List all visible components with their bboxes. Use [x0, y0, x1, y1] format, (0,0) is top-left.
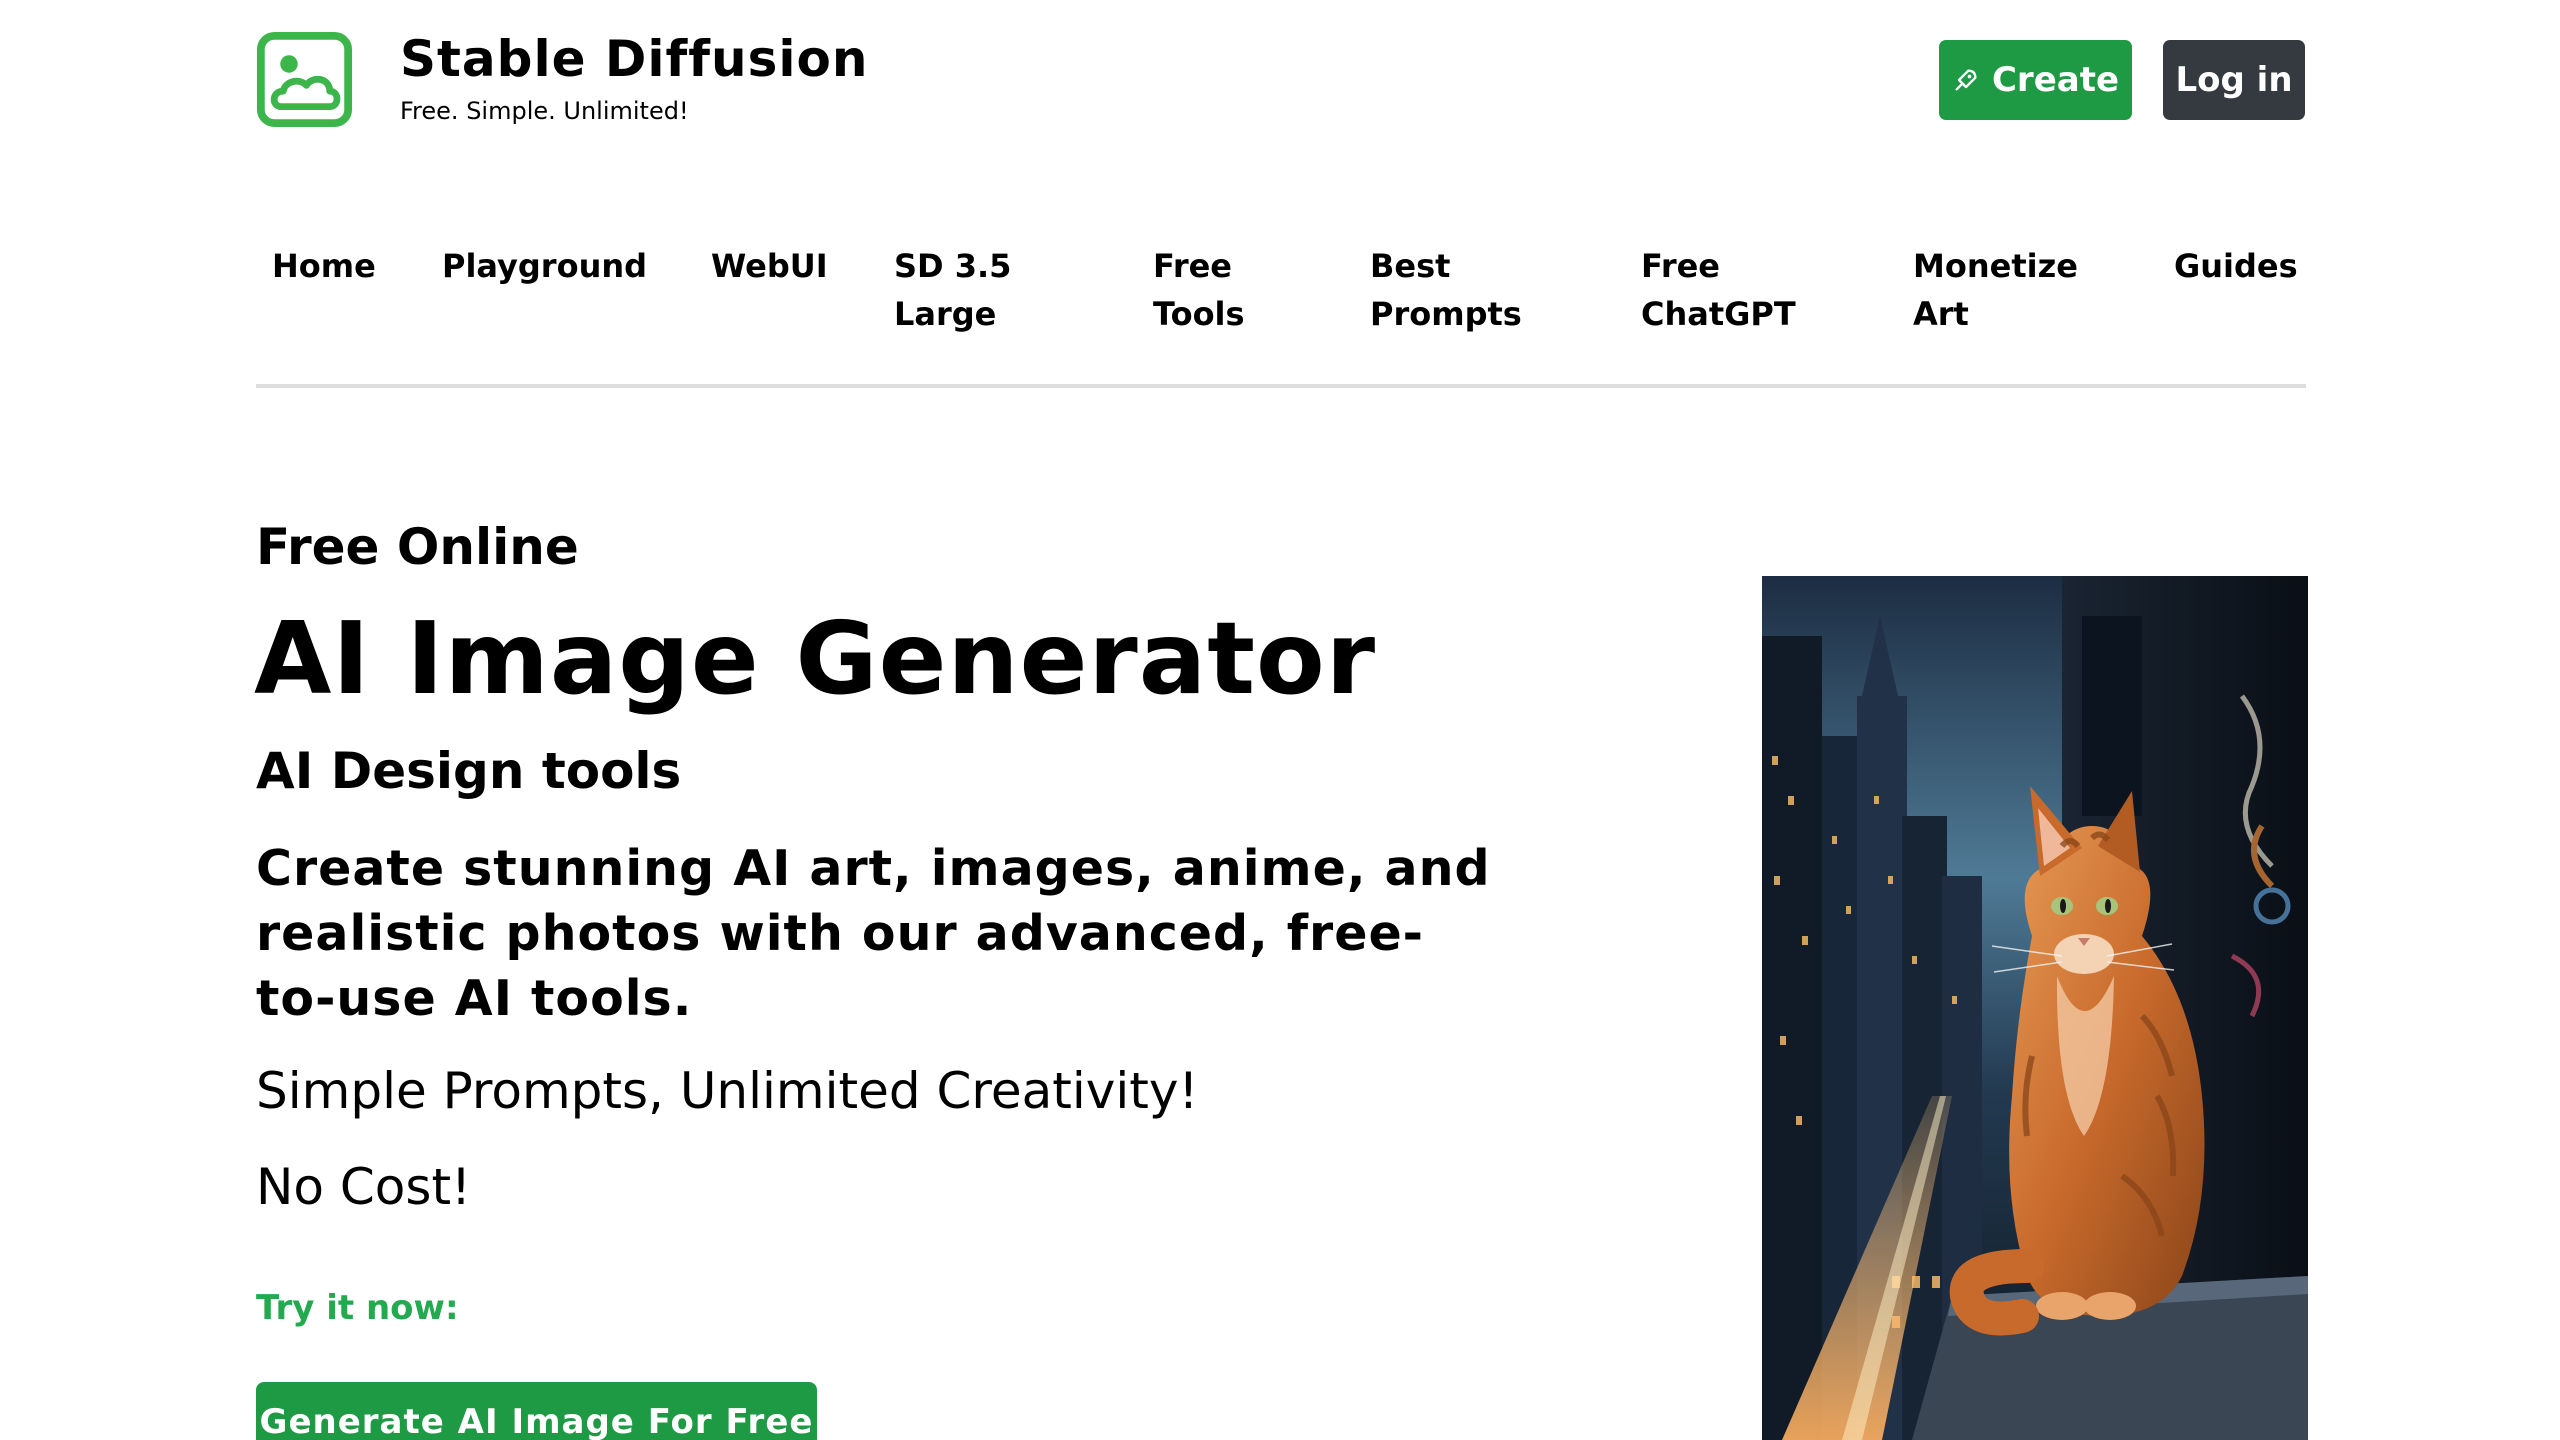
hero-no-cost: No Cost!	[256, 1158, 472, 1216]
brand-tagline: Free. Simple. Unlimited!	[400, 97, 689, 125]
create-button-label: Create	[1991, 60, 2120, 100]
hero-image	[1762, 576, 2308, 1440]
nav-item-label: Playground	[442, 247, 648, 285]
generate-image-button[interactable]: Generate AI Image For Free	[256, 1382, 817, 1440]
nav-item-label: Free	[1641, 247, 1720, 285]
nav-item-playground[interactable]: Playground	[442, 242, 647, 290]
image-cloud-icon[interactable]	[256, 31, 353, 128]
nav-item-label: Free	[1153, 247, 1232, 285]
nav-item-label: WebUI	[711, 247, 828, 285]
nav-item-home[interactable]: Home	[272, 242, 376, 290]
nav-item-label: Art	[1913, 295, 1969, 333]
nav-divider	[256, 384, 2306, 388]
try-label: Try it now:	[256, 1288, 459, 1328]
nav-item-label: Guides	[2174, 247, 2298, 285]
nav-item-webui[interactable]: WebUI	[711, 242, 828, 290]
hero-subhead: AI Design tools	[256, 742, 682, 800]
nav-item-best-prompts[interactable]: Best Prompts	[1370, 242, 1522, 338]
nav-item-label: Prompts	[1370, 295, 1522, 333]
create-button[interactable]: Create	[1939, 40, 2132, 120]
page: Stable Diffusion Free. Simple. Unlimited…	[0, 0, 2560, 1440]
hero-kicker: Free Online	[256, 518, 579, 576]
nav-item-label: ChatGPT	[1641, 295, 1796, 333]
login-button[interactable]: Log in	[2163, 40, 2305, 120]
nav-item-monetize-art[interactable]: Monetize Art	[1913, 242, 2078, 338]
nav-item-free-chatgpt[interactable]: Free ChatGPT	[1641, 242, 1796, 338]
nav-item-label: Large	[894, 295, 997, 333]
nav-item-sd-3-5-large[interactable]: SD 3.5 Large	[894, 242, 1011, 338]
rocket-icon	[1955, 69, 1977, 91]
nav-item-label: Tools	[1153, 295, 1245, 333]
hero-tagline: Simple Prompts, Unlimited Creativity!	[256, 1062, 1199, 1120]
nav-item-label: SD 3.5	[894, 247, 1012, 285]
nav-item-label: Home	[272, 247, 376, 285]
nav-item-guides[interactable]: Guides	[2174, 242, 2298, 290]
page-title: AI Image Generator	[254, 600, 1377, 717]
brand-title[interactable]: Stable Diffusion	[400, 30, 869, 88]
nav-item-label: Monetize	[1913, 247, 2078, 285]
nav-item-free-tools[interactable]: Free Tools	[1153, 242, 1245, 338]
hero-description: Create stunning AI art, images, anime, a…	[256, 840, 1491, 1027]
nav-item-label: Best	[1370, 247, 1451, 285]
